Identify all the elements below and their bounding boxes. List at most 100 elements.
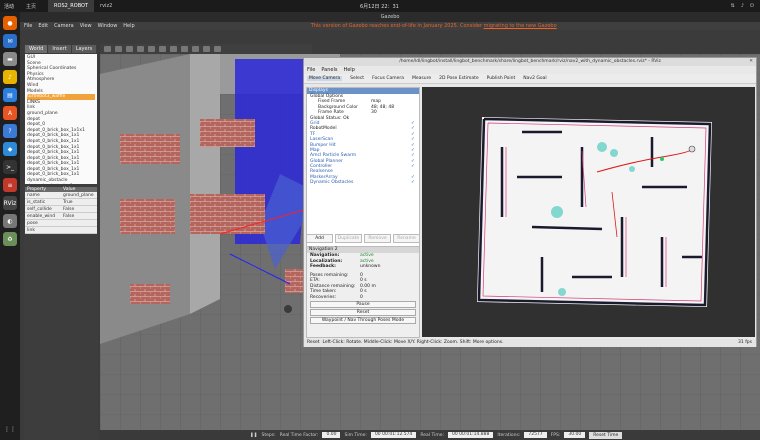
screenshot-icon[interactable] bbox=[214, 46, 221, 52]
trash-icon[interactable]: ♻ bbox=[3, 232, 17, 246]
power-icon[interactable]: ⏻ bbox=[750, 3, 754, 9]
property-row[interactable]: pose bbox=[25, 220, 97, 227]
rotate-mode-icon[interactable] bbox=[126, 46, 133, 52]
steps-label: Steps: bbox=[261, 432, 276, 438]
add-display-button[interactable]: Add bbox=[306, 234, 333, 243]
select-mode-icon[interactable] bbox=[104, 46, 111, 52]
tool-focus-camera[interactable]: Focus Camera bbox=[372, 76, 404, 81]
volume-icon[interactable]: ♪ bbox=[741, 3, 744, 9]
tool-move-camera[interactable]: Move Camera bbox=[307, 76, 343, 81]
tab-home[interactable]: 主页 bbox=[20, 0, 42, 12]
rtf-label: Real Time Factor: bbox=[279, 432, 319, 438]
property-name: name bbox=[27, 193, 40, 198]
robot-marker bbox=[688, 145, 696, 153]
system-top-bar: 活动 主页 ROS2_ROBOT rviz2 6月12日 22：31 ⇅ ♪ ⏻ bbox=[0, 0, 760, 12]
close-icon[interactable]: ✕ bbox=[749, 58, 753, 66]
translate-mode-icon[interactable] bbox=[115, 46, 122, 52]
redo-icon[interactable] bbox=[159, 46, 166, 52]
migration-link[interactable]: migrating to the new Gazebo bbox=[484, 23, 557, 29]
thunderbird-icon[interactable]: ✉ bbox=[3, 34, 17, 48]
tab-layers[interactable]: Layers bbox=[71, 45, 97, 53]
feedback-label: Feedback: bbox=[310, 264, 336, 269]
disk-icon[interactable]: ◐ bbox=[3, 214, 17, 228]
pause-icon[interactable]: ❚❚ bbox=[250, 433, 258, 438]
tab-ros2-robot[interactable]: ROS2_ROBOT bbox=[48, 0, 95, 12]
remove-display-button[interactable]: Remove bbox=[364, 234, 391, 243]
rviz-menu-help[interactable]: Help bbox=[343, 67, 354, 73]
firefox-icon[interactable]: ● bbox=[3, 16, 17, 30]
menu-help[interactable]: Help bbox=[123, 23, 134, 29]
rviz-reset-button[interactable]: Reset bbox=[307, 339, 320, 347]
property-row[interactable]: enable_wind False bbox=[25, 213, 97, 220]
tool-publish-point[interactable]: Publish Point bbox=[487, 76, 516, 81]
property-value: False bbox=[63, 207, 75, 212]
rviz-3d-view[interactable] bbox=[422, 87, 755, 337]
nav-metric-row: Recoveries: 0 bbox=[307, 295, 419, 301]
writer-icon[interactable]: ▤ bbox=[3, 88, 17, 102]
property-name: self_collide bbox=[27, 207, 52, 212]
rviz-menu-file[interactable]: File bbox=[307, 67, 315, 73]
network-icon[interactable]: ⇅ bbox=[731, 3, 735, 9]
system-tray[interactable]: ⇅ ♪ ⏻ bbox=[731, 3, 754, 9]
tab-home-label: 主页 bbox=[26, 3, 37, 10]
world-tree[interactable]: GUI Scene Spherical Coordinates Physics Atmo… bbox=[25, 54, 97, 184]
tool-measure[interactable]: Measure bbox=[412, 76, 431, 81]
property-row[interactable]: is_static True bbox=[25, 199, 97, 206]
menu-camera[interactable]: Camera bbox=[54, 23, 74, 29]
app-center-icon[interactable]: A bbox=[3, 106, 17, 120]
rtf-value: 0.00 bbox=[322, 432, 341, 438]
display-name: Dynamic Obstacles bbox=[310, 180, 354, 186]
property-name: link bbox=[27, 228, 35, 233]
rename-display-button[interactable]: Rename bbox=[393, 234, 420, 243]
display-buttons: Add Duplicate Remove Rename bbox=[306, 234, 420, 243]
tool-nav2-goal[interactable]: Nav2 Goal bbox=[523, 76, 546, 81]
terminal-icon[interactable]: >_ bbox=[3, 160, 17, 174]
menu-file[interactable]: File bbox=[24, 23, 32, 29]
map-free-space bbox=[477, 117, 712, 307]
gazebo-toolbar bbox=[100, 44, 312, 54]
pause-button[interactable]: Pause bbox=[310, 301, 416, 308]
layers-icon[interactable]: ≡ bbox=[3, 178, 17, 192]
property-row[interactable]: link bbox=[25, 227, 97, 234]
clock[interactable]: 6月12日 22：31 bbox=[360, 3, 399, 10]
reset-time-button[interactable]: Reset Time bbox=[589, 431, 623, 439]
rviz-icon[interactable]: RViz bbox=[3, 196, 17, 210]
eol-notice: This version of Gazebo reaches end-of-li… bbox=[311, 23, 557, 29]
sphere-shape-icon[interactable] bbox=[181, 46, 188, 52]
duplicate-display-button[interactable]: Duplicate bbox=[335, 234, 362, 243]
show-apps-icon[interactable]: ⋮⋮ bbox=[3, 422, 17, 436]
property-value: True bbox=[63, 200, 73, 205]
waypoint-mode-button[interactable]: Waypoint / Nav Through Poses Mode bbox=[310, 317, 416, 324]
menu-window[interactable]: Window bbox=[98, 23, 118, 29]
box-shape-icon[interactable] bbox=[170, 46, 177, 52]
menu-view[interactable]: View bbox=[80, 23, 92, 29]
light-icon[interactable] bbox=[203, 46, 210, 52]
rviz-menu-panels[interactable]: Panels bbox=[321, 67, 337, 73]
display-checkbox[interactable]: ✓ bbox=[411, 180, 419, 185]
menu-edit[interactable]: Edit bbox=[38, 23, 48, 29]
rviz-menubar: File Panels Help bbox=[304, 66, 756, 74]
rviz-window: /home/ldl/lingbot/install/lingbot_benchm… bbox=[303, 57, 757, 347]
sim-time-value: 00 00:01:12.574 bbox=[370, 432, 417, 438]
tab-world[interactable]: World bbox=[25, 45, 48, 53]
activities-button[interactable]: 活动 bbox=[4, 3, 14, 10]
property-row[interactable]: name ground_plane bbox=[25, 192, 97, 199]
sim-time-label: Sim Time: bbox=[344, 432, 367, 438]
vscode-icon[interactable]: ◆ bbox=[3, 142, 17, 156]
reset-button[interactable]: Reset bbox=[310, 309, 416, 316]
display-item[interactable]: Dynamic Obstacles ✓ bbox=[307, 180, 419, 185]
property-row[interactable]: self_collide False bbox=[25, 206, 97, 213]
tool-select[interactable]: Select bbox=[350, 76, 364, 81]
files-icon[interactable]: ▬ bbox=[3, 52, 17, 66]
undo-icon[interactable] bbox=[148, 46, 155, 52]
cylinder-shape-icon[interactable] bbox=[192, 46, 199, 52]
scale-mode-icon[interactable] bbox=[137, 46, 144, 52]
property-name: is_static bbox=[27, 200, 46, 205]
rhythmbox-icon[interactable]: ♪ bbox=[3, 70, 17, 84]
tab-insert[interactable]: Insert bbox=[48, 45, 71, 53]
tool-2d-pose-estimate[interactable]: 2D Pose Estimate bbox=[439, 76, 479, 81]
fps-value: 30.00 bbox=[564, 432, 586, 438]
rviz-status-bar: Reset Left-Click: Rotate. Middle-Click: … bbox=[304, 339, 756, 347]
help-icon[interactable]: ? bbox=[3, 124, 17, 138]
goal-marker bbox=[660, 157, 664, 161]
